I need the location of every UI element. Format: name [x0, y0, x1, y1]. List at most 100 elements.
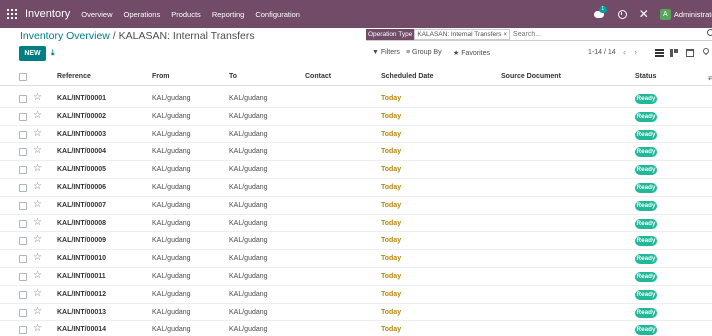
search-input[interactable]: [513, 30, 664, 38]
app-brand[interactable]: Inventory: [25, 8, 70, 20]
cell-from: KAL/gudang: [152, 273, 191, 280]
column-from[interactable]: From: [152, 73, 170, 80]
priority-star-icon[interactable]: ☆: [33, 217, 42, 228]
priority-star-icon[interactable]: ☆: [33, 306, 42, 317]
cell-to: KAL/gudang: [229, 290, 268, 298]
priority-star-icon[interactable]: ☆: [33, 288, 42, 299]
apps-menu-icon[interactable]: [7, 9, 17, 19]
favorites-button[interactable]: ★ Favorites: [453, 49, 490, 57]
priority-star-icon[interactable]: ☆: [33, 235, 42, 245]
filters-button[interactable]: ▼ Filters: [372, 49, 400, 56]
table-row[interactable]: ☆ KAL/INT/00009 KAL/gudang KAL/gudang Today R…: [0, 232, 712, 251]
priority-star-icon[interactable]: ☆: [33, 182, 42, 192]
status-badge: Ready: [635, 200, 657, 211]
priority-star-icon[interactable]: ☆: [33, 110, 42, 121]
pager-prev-icon[interactable]: ‹: [623, 47, 626, 57]
column-to[interactable]: To: [229, 73, 237, 80]
table-row[interactable]: ☆ KAL/INT/00014 KAL/gudang KAL/gudang Today R…: [0, 321, 712, 336]
priority-star-icon[interactable]: ☆: [33, 146, 42, 156]
pager-next-icon[interactable]: ›: [634, 47, 637, 57]
column-status[interactable]: Status: [635, 73, 656, 80]
column-contact[interactable]: Contact: [305, 73, 331, 80]
row-checkbox[interactable]: [19, 219, 27, 228]
column-scheduled-date[interactable]: Scheduled Date: [381, 73, 434, 80]
new-button[interactable]: NEW: [19, 46, 46, 61]
table-row[interactable]: ☆ KAL/INT/00004 KAL/gudang KAL/gudang Today R…: [0, 143, 712, 162]
map-view-icon[interactable]: [701, 46, 711, 56]
row-checkbox[interactable]: [19, 166, 27, 175]
debug-tools-icon[interactable]: ✕: [639, 8, 649, 20]
cell-to: KAL/gudang: [229, 326, 268, 334]
row-checkbox[interactable]: [19, 237, 27, 246]
download-icon[interactable]: ⤓: [51, 48, 55, 58]
status-badge: Ready: [635, 147, 657, 158]
priority-star-icon[interactable]: ☆: [33, 128, 42, 139]
breadcrumb-separator: /: [109, 30, 119, 42]
table-row[interactable]: ☆ KAL/INT/00012 KAL/gudang KAL/gudang Today R…: [0, 286, 712, 304]
status-badge: Ready: [635, 129, 657, 140]
column-reference[interactable]: Reference: [57, 73, 91, 80]
priority-star-icon[interactable]: ☆: [33, 93, 42, 103]
cell-scheduled-date: Today: [381, 166, 402, 174]
menu-overview[interactable]: Overview: [81, 10, 112, 19]
row-checkbox[interactable]: [19, 308, 27, 317]
cell-from: KAL/gudang: [152, 255, 191, 263]
pager-range[interactable]: 1-14 / 14: [588, 49, 616, 56]
priority-star-icon[interactable]: ☆: [33, 199, 42, 210]
cell-from: KAL/gudang: [152, 290, 191, 298]
cell-scheduled-date: Today: [381, 201, 402, 209]
row-checkbox[interactable]: [19, 201, 27, 210]
row-checkbox[interactable]: [19, 130, 27, 139]
menu-configuration[interactable]: Configuration: [255, 10, 300, 19]
chat-badge: 1: [598, 5, 607, 13]
cell-reference: KAL/INT/00013: [57, 308, 107, 316]
row-checkbox[interactable]: [19, 112, 27, 121]
list-view-icon[interactable]: [655, 49, 664, 57]
row-checkbox[interactable]: [19, 290, 27, 299]
kanban-view-icon[interactable]: [670, 49, 678, 57]
table-row[interactable]: ☆ KAL/INT/00001 KAL/gudang KAL/gudang Today R…: [0, 90, 712, 108]
search-facet-label: Operation Type: [366, 28, 415, 40]
cell-scheduled-date: Today: [381, 148, 402, 156]
table-row[interactable]: ☆ KAL/INT/00003 KAL/gudang KAL/gudang Today R…: [0, 126, 712, 144]
row-checkbox[interactable]: [19, 95, 27, 103]
calendar-view-icon[interactable]: [686, 49, 694, 57]
table-row[interactable]: ☆ KAL/INT/00010 KAL/gudang KAL/gudang Today R…: [0, 250, 712, 268]
table-row[interactable]: ☆ KAL/INT/00005 KAL/gudang KAL/gudang Today R…: [0, 161, 712, 179]
row-checkbox[interactable]: [19, 273, 27, 281]
cell-reference: KAL/INT/00001: [57, 95, 107, 102]
group-by-button[interactable]: ≡ Group By: [406, 49, 442, 56]
facet-close-icon[interactable]: ×: [504, 32, 508, 38]
table-row[interactable]: ☆ KAL/INT/00011 KAL/gudang KAL/gudang Today R…: [0, 268, 712, 286]
search-icon[interactable]: [707, 29, 712, 36]
activity-clock-icon[interactable]: [617, 9, 627, 19]
table-row[interactable]: ☆ KAL/INT/00007 KAL/gudang KAL/gudang Today R…: [0, 197, 712, 215]
optional-columns-icon[interactable]: ⇄: [708, 74, 712, 82]
table-row[interactable]: ☆ KAL/INT/00002 KAL/gudang KAL/gudang Today R…: [0, 108, 712, 126]
priority-star-icon[interactable]: ☆: [33, 253, 42, 263]
table-row[interactable]: ☆ KAL/INT/00013 KAL/gudang KAL/gudang Today R…: [0, 304, 712, 322]
user-name[interactable]: Administrator: [674, 10, 712, 19]
table-row[interactable]: ☆ KAL/INT/00006 KAL/gudang KAL/gudang Today R…: [0, 179, 712, 197]
cell-scheduled-date: Today: [381, 255, 402, 263]
column-source-document[interactable]: Source Document: [501, 73, 561, 80]
table-row[interactable]: ☆ KAL/INT/00008 KAL/gudang KAL/gudang Today R…: [0, 215, 712, 233]
menu-operations[interactable]: Operations: [124, 10, 161, 19]
breadcrumb-current: KALASAN: Internal Transfers: [118, 30, 255, 42]
search-facet-text: KALASAN: Internal Transfers: [417, 30, 502, 38]
breadcrumb-parent[interactable]: Inventory Overview: [20, 30, 110, 42]
row-checkbox[interactable]: [19, 326, 27, 335]
menu-reporting[interactable]: Reporting: [212, 10, 245, 19]
row-checkbox[interactable]: [19, 255, 27, 264]
user-avatar[interactable]: A: [659, 8, 671, 20]
search-bar[interactable]: Operation Type KALASAN: Internal Transfe…: [366, 28, 712, 41]
chat-icon[interactable]: 1: [593, 5, 607, 19]
menu-products[interactable]: Products: [171, 10, 201, 19]
cell-from: KAL/gudang: [152, 326, 191, 334]
row-checkbox[interactable]: [19, 148, 27, 157]
priority-star-icon[interactable]: ☆: [33, 324, 42, 334]
priority-star-icon[interactable]: ☆: [33, 271, 42, 281]
priority-star-icon[interactable]: ☆: [33, 164, 42, 174]
select-all-checkbox[interactable]: [19, 73, 27, 81]
row-checkbox[interactable]: [19, 184, 27, 192]
